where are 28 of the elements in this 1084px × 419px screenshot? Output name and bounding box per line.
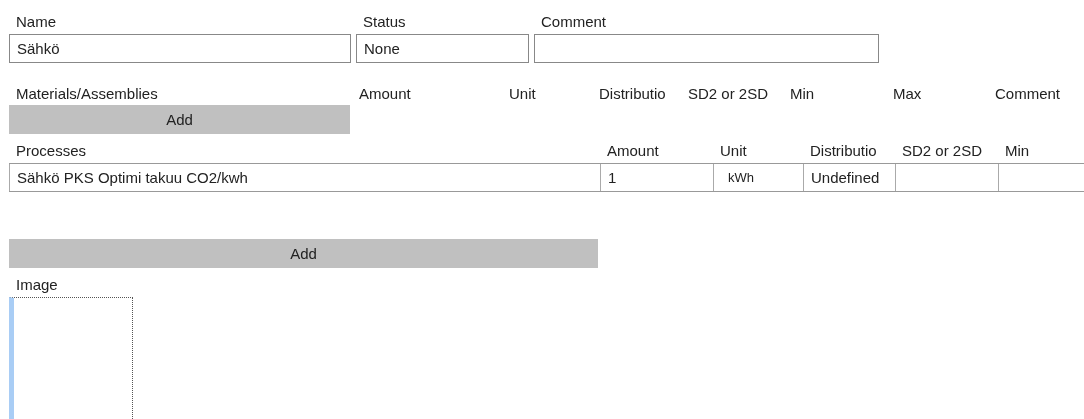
text-field[interactable]: None (356, 34, 529, 63)
field-label: Comment (540, 12, 607, 32)
add-button[interactable]: Add (9, 105, 350, 134)
column-header: Comment (995, 84, 1062, 104)
table-cell[interactable]: Undefined (803, 164, 895, 191)
text-field[interactable]: Sähkö (9, 34, 351, 63)
image-label: Image (15, 275, 59, 295)
column-header: Unit (509, 84, 537, 104)
text-field[interactable] (534, 34, 879, 63)
column-header: Max (893, 84, 923, 104)
column-header: Amount (359, 84, 412, 104)
column-header: SD2 or 2SD (901, 141, 984, 161)
table-cell[interactable]: kWh (713, 164, 803, 191)
column-header: Unit (719, 141, 748, 161)
column-header: Distributio (599, 84, 667, 104)
column-header: Min (790, 84, 816, 104)
column-header: Distributio (809, 141, 878, 161)
column-header: Materials/Assemblies (15, 84, 159, 104)
field-label: Status (362, 12, 406, 32)
image-box[interactable] (9, 297, 133, 419)
add-button[interactable]: Add (9, 239, 598, 268)
column-header: Amount (606, 141, 660, 161)
column-header: Processes (15, 141, 88, 161)
table-cell[interactable]: 1 (600, 164, 713, 191)
field-label: Name (15, 12, 56, 32)
table-cell[interactable]: Sähkö PKS Optimi takuu CO2/kwh (9, 164, 600, 191)
column-header: SD2 or 2SD (688, 84, 770, 104)
column-header: Min (1004, 141, 1031, 161)
